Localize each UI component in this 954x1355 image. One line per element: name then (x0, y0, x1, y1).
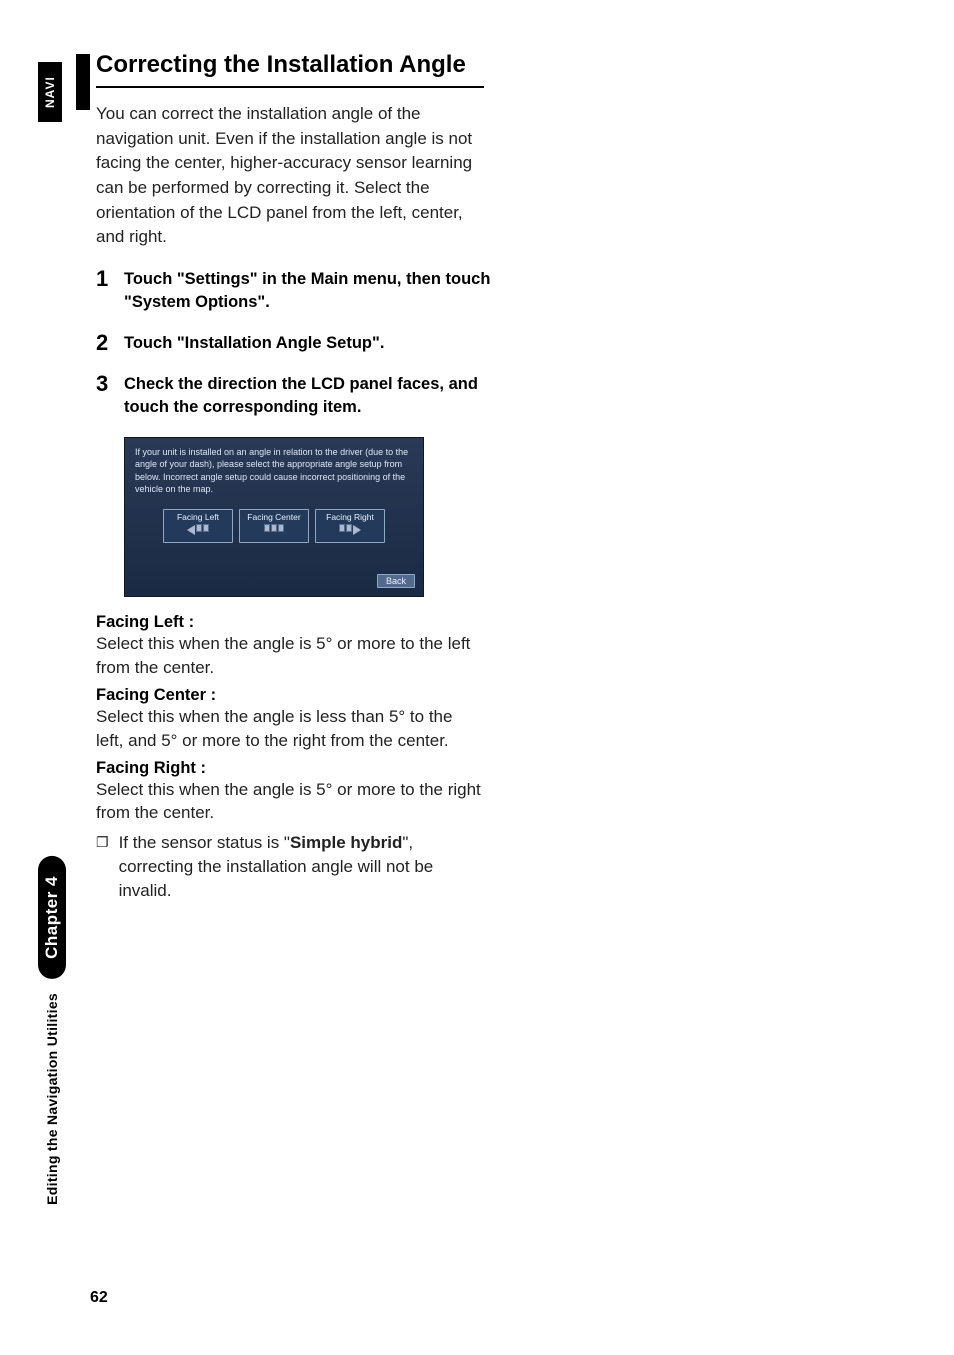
title-bar-icon (76, 54, 90, 110)
step-text: Touch "Installation Angle Setup". (124, 334, 384, 352)
chapter-block: Chapter 4 Editing the Navigation Utiliti… (38, 856, 66, 1205)
intro-paragraph: You can correct the installation angle o… (96, 102, 484, 250)
facing-right-button[interactable]: Facing Right (315, 509, 385, 543)
note-row: ❐ If the sensor status is "Simple hybrid… (96, 831, 484, 902)
step-number: 1 (96, 264, 108, 295)
page-title: Correcting the Installation Angle (96, 50, 516, 80)
facing-right-term: Facing Right : (96, 759, 484, 778)
note-bullet-icon: ❐ (96, 831, 109, 902)
facing-center-term: Facing Center : (96, 686, 484, 705)
step-2: 2Touch "Installation Angle Setup". (96, 332, 494, 355)
page-number: 62 (90, 1289, 108, 1307)
step-3: 3Check the direction the LCD panel faces… (96, 373, 494, 419)
facing-center-label: Facing Center (247, 512, 300, 522)
step-number: 3 (96, 369, 108, 400)
screenshot-instruction-text: If your unit is installed on an angle in… (135, 446, 413, 495)
steps-list: 1Touch "Settings" in the Main menu, then… (96, 268, 494, 419)
navi-tab: NAVI (38, 62, 62, 122)
facing-right-desc: Select this when the angle is 5° or more… (96, 778, 484, 826)
step-number: 2 (96, 328, 108, 359)
definitions: Facing Left : Select this when the angle… (96, 613, 484, 825)
step-1: 1Touch "Settings" in the Main menu, then… (96, 268, 494, 314)
facing-left-term: Facing Left : (96, 613, 484, 632)
step-text: Touch "Settings" in the Main menu, then … (124, 270, 490, 311)
facing-left-desc: Select this when the angle is 5° or more… (96, 632, 484, 680)
screenshot-button-row: Facing Left Facing Center Facing Right (135, 509, 413, 543)
main-content: Correcting the Installation Angle You ca… (96, 50, 516, 902)
step-text: Check the direction the LCD panel faces,… (124, 375, 478, 416)
facing-right-label: Facing Right (326, 512, 374, 522)
chapter-label: Chapter 4 (38, 856, 66, 979)
facing-left-button[interactable]: Facing Left (163, 509, 233, 543)
device-screenshot: If your unit is installed on an angle in… (124, 437, 424, 597)
section-label: Editing the Navigation Utilities (44, 993, 60, 1205)
facing-center-button[interactable]: Facing Center (239, 509, 309, 543)
title-underline (96, 86, 484, 88)
note-text: If the sensor status is "Simple hybrid",… (119, 831, 484, 902)
facing-left-label: Facing Left (177, 512, 219, 522)
note-bold: Simple hybrid (290, 833, 402, 852)
back-button[interactable]: Back (377, 574, 415, 588)
page: NAVI Chapter 4 Editing the Navigation Ut… (0, 0, 954, 1355)
title-row: Correcting the Installation Angle (96, 50, 516, 88)
facing-center-desc: Select this when the angle is less than … (96, 705, 484, 753)
note-prefix: If the sensor status is " (119, 833, 290, 852)
